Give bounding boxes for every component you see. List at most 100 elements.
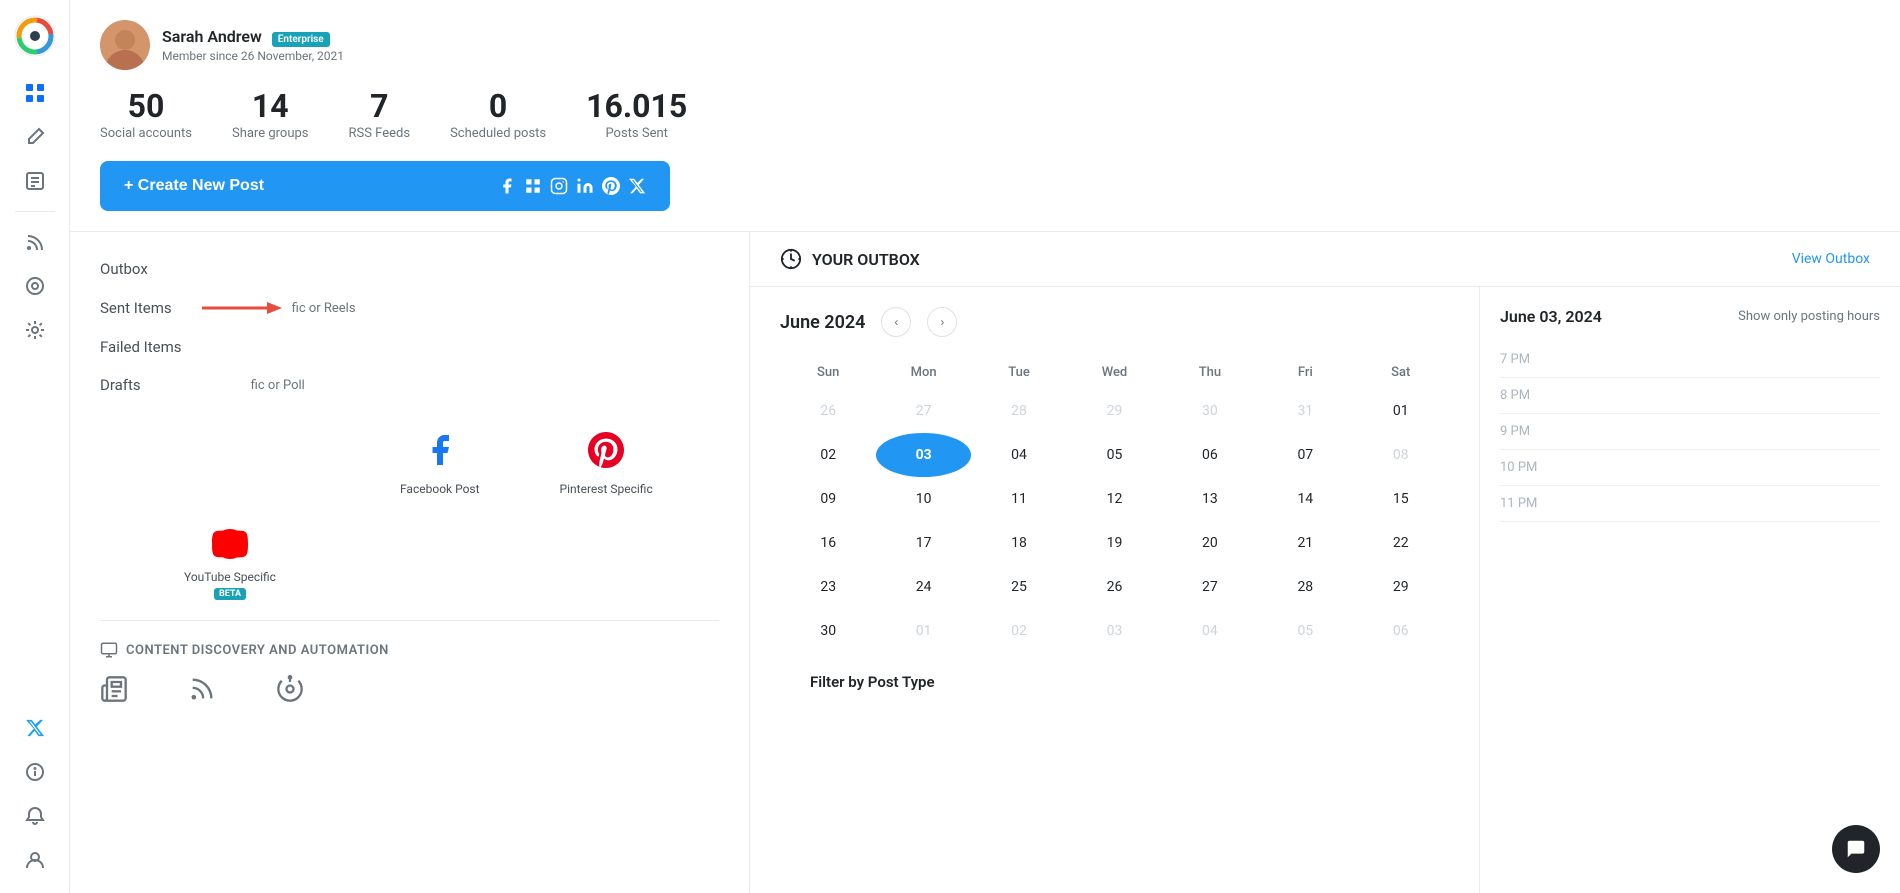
sidebar-dashboard[interactable] (17, 75, 53, 111)
calendar-day[interactable]: 19 (1067, 521, 1162, 565)
view-outbox-link[interactable]: View Outbox (1792, 251, 1870, 267)
content-area: Outbox Sent Items fic or Reels Failed It… (70, 232, 1900, 893)
nav-drafts[interactable]: Drafts fic or Poll (100, 368, 719, 402)
calendar-day[interactable]: 06 (1353, 609, 1448, 653)
sidebar-rss[interactable] (17, 224, 53, 260)
calendar-day[interactable]: 25 (971, 565, 1066, 609)
sidebar-twitter[interactable] (17, 710, 53, 746)
nav-outbox[interactable]: Outbox (100, 252, 719, 286)
calendar-day[interactable]: 17 (876, 521, 971, 565)
calendar-day[interactable]: 01 (1353, 389, 1448, 433)
sidebar-posts[interactable] (17, 163, 53, 199)
calendar-nav: June 2024 ‹ › (780, 307, 1449, 337)
calendar-day[interactable]: 23 (781, 565, 876, 609)
pinterest-post-label: Pinterest Specific (560, 482, 653, 496)
outbox-title: YOUR OUTBOX (780, 248, 920, 270)
sidebar-info[interactable] (17, 754, 53, 790)
sidebar-user[interactable] (17, 842, 53, 878)
user-info: Sarah Andrew Enterprise Member since 26 … (100, 20, 1870, 70)
calendar-day[interactable]: 01 (876, 609, 971, 653)
social-icons (498, 177, 646, 195)
nav-sent-items[interactable]: Sent Items fic or Reels (100, 290, 719, 326)
calendar-day[interactable]: 29 (1067, 389, 1162, 433)
calendar-day[interactable]: 04 (1162, 609, 1257, 653)
create-post-button[interactable]: + Create New Post (100, 161, 670, 211)
chat-button[interactable] (1832, 825, 1880, 873)
calendar-day[interactable]: 05 (1258, 609, 1353, 653)
beta-badge: BETA (214, 588, 246, 600)
calendar-row: 23242526272829 (781, 565, 1449, 609)
app-logo[interactable] (14, 15, 56, 57)
calendar-day[interactable]: 03 (1067, 609, 1162, 653)
calendar-day[interactable]: 15 (1353, 477, 1448, 521)
sidebar-analytics[interactable] (17, 268, 53, 304)
calendar-day[interactable]: 12 (1067, 477, 1162, 521)
col-thu: Thu (1162, 357, 1257, 389)
youtube-post-type[interactable]: YouTube Specific BETA (180, 526, 280, 600)
nav-items: Outbox Sent Items fic or Reels Failed It… (100, 252, 719, 402)
youtube-icon (212, 526, 248, 566)
calendar-day[interactable]: 27 (1162, 565, 1257, 609)
pinterest-post-type[interactable]: Pinterest Specific (560, 432, 653, 496)
calendar-day[interactable]: 16 (781, 521, 876, 565)
calendar-day[interactable]: 02 (971, 609, 1066, 653)
calendar-day[interactable]: 14 (1258, 477, 1353, 521)
time-slot[interactable]: 9 PM (1500, 414, 1880, 450)
calendar-day[interactable]: 31 (1258, 389, 1353, 433)
calendar-day[interactable]: 04 (971, 433, 1066, 477)
calendar-header-row: Sun Mon Tue Wed Thu Fri Sat (781, 357, 1449, 389)
calendar-day[interactable]: 13 (1162, 477, 1257, 521)
calendar-day[interactable]: 10 (876, 477, 971, 521)
user-details: Sarah Andrew Enterprise Member since 26 … (162, 27, 344, 63)
calendar-day[interactable]: 28 (1258, 565, 1353, 609)
facebook-icon (422, 432, 458, 476)
calendar-day[interactable]: 20 (1162, 521, 1257, 565)
facebook-post-type[interactable]: Facebook Post (400, 432, 480, 496)
member-since: Member since 26 November, 2021 (162, 49, 344, 63)
bottom-tools (100, 675, 719, 703)
calendar-month: June 2024 (780, 312, 865, 333)
time-slot[interactable]: 7 PM (1500, 342, 1880, 378)
calendar-day[interactable]: 07 (1258, 433, 1353, 477)
calendar-day[interactable]: 21 (1258, 521, 1353, 565)
nav-failed-items[interactable]: Failed Items (100, 330, 719, 364)
calendar-row: 30010203040506 (781, 609, 1449, 653)
sidebar (0, 0, 70, 893)
rss-tool[interactable] (188, 675, 216, 703)
sidebar-compose[interactable] (17, 119, 53, 155)
calendar-day[interactable]: 08 (1353, 433, 1448, 477)
calendar-day[interactable]: 05 (1067, 433, 1162, 477)
sidebar-bell[interactable] (17, 798, 53, 834)
time-slot[interactable]: 11 PM (1500, 486, 1880, 522)
sidebar-settings[interactable] (17, 312, 53, 348)
calendar-day[interactable]: 11 (971, 477, 1066, 521)
outbox-header: YOUR OUTBOX View Outbox (750, 232, 1900, 287)
calendar-grid: Sun Mon Tue Wed Thu Fri Sat 262728293031… (780, 357, 1449, 653)
calendar-day[interactable]: 06 (1162, 433, 1257, 477)
create-post-label: + Create New Post (124, 177, 264, 195)
calendar-prev-btn[interactable]: ‹ (881, 307, 911, 337)
calendar-next-btn[interactable]: › (927, 307, 957, 337)
stat-item: 7RSS Feeds (349, 90, 411, 141)
calendar-day[interactable]: 29 (1353, 565, 1448, 609)
calendar-day[interactable]: 24 (876, 565, 971, 609)
calendar-day[interactable]: 18 (971, 521, 1066, 565)
automation-tool[interactable] (276, 675, 304, 703)
calendar-day[interactable]: 27 (876, 389, 971, 433)
news-tool[interactable] (100, 675, 128, 703)
time-slot[interactable]: 8 PM (1500, 378, 1880, 414)
stat-item: 14Share groups (232, 90, 309, 141)
col-sat: Sat (1353, 357, 1448, 389)
calendar-day[interactable]: 02 (781, 433, 876, 477)
calendar-day[interactable]: 26 (1067, 565, 1162, 609)
time-slot[interactable]: 10 PM (1500, 450, 1880, 486)
calendar-day[interactable]: 30 (781, 609, 876, 653)
calendar-day[interactable]: 28 (971, 389, 1066, 433)
calendar-day[interactable]: 22 (1353, 521, 1448, 565)
calendar-day[interactable]: 09 (781, 477, 876, 521)
sidebar-divider-1 (15, 211, 55, 212)
show-only-posting-hours[interactable]: Show only posting hours (1738, 309, 1880, 324)
calendar-day[interactable]: 30 (1162, 389, 1257, 433)
calendar-day[interactable]: 26 (781, 389, 876, 433)
calendar-day[interactable]: 03 (876, 433, 971, 477)
